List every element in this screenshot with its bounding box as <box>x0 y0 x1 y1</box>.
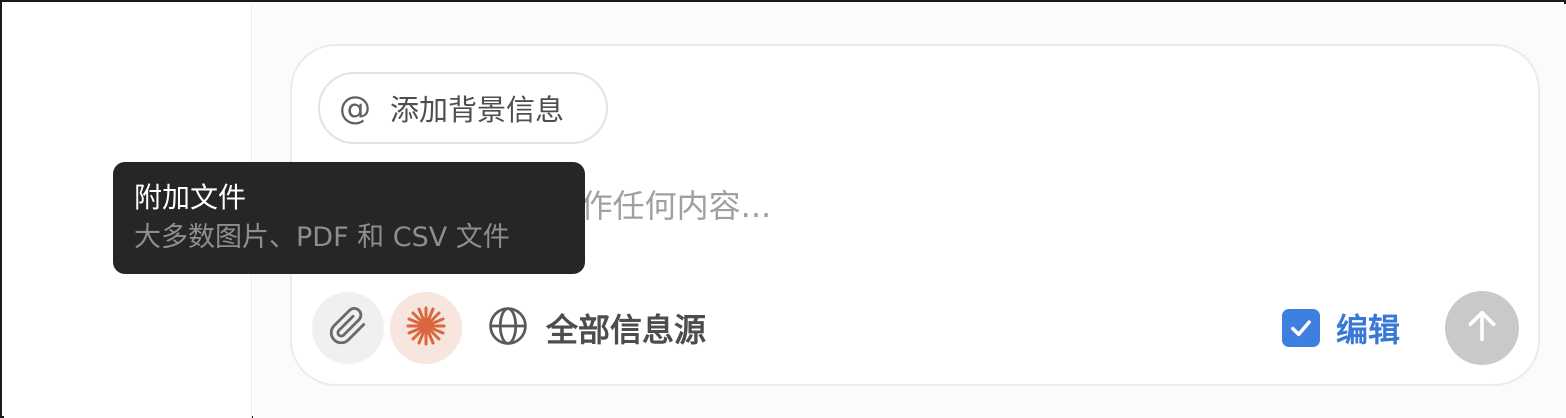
tooltip-subtitle: 大多数图片、PDF 和 CSV 文件 <box>134 222 510 253</box>
edit-label: 编辑 <box>1336 311 1401 349</box>
arrow-up-icon <box>1462 306 1502 350</box>
checkmark-icon <box>1291 320 1311 337</box>
tooltip-title: 附加文件 <box>134 181 247 214</box>
add-context-button[interactable]: @ 添加背景信息 <box>318 72 608 144</box>
paperclip-icon <box>328 306 368 350</box>
notion-ai-button[interactable] <box>390 292 462 364</box>
attach-file-button[interactable] <box>312 292 384 364</box>
edit-toggle[interactable]: 编辑 <box>1282 302 1400 354</box>
add-context-label: 添加背景信息 <box>390 93 565 127</box>
attach-file-tooltip: 附加文件 大多数图片、PDF 和 CSV 文件 <box>113 162 585 274</box>
notion-ai-spark-icon <box>404 304 448 352</box>
edit-checkbox[interactable] <box>1282 309 1320 347</box>
at-icon: @ <box>339 89 371 127</box>
all-sources-label: 全部信息源 <box>546 311 707 349</box>
all-sources-button[interactable]: 全部信息源 <box>486 300 706 356</box>
send-button[interactable] <box>1445 291 1519 365</box>
globe-icon <box>486 304 530 352</box>
